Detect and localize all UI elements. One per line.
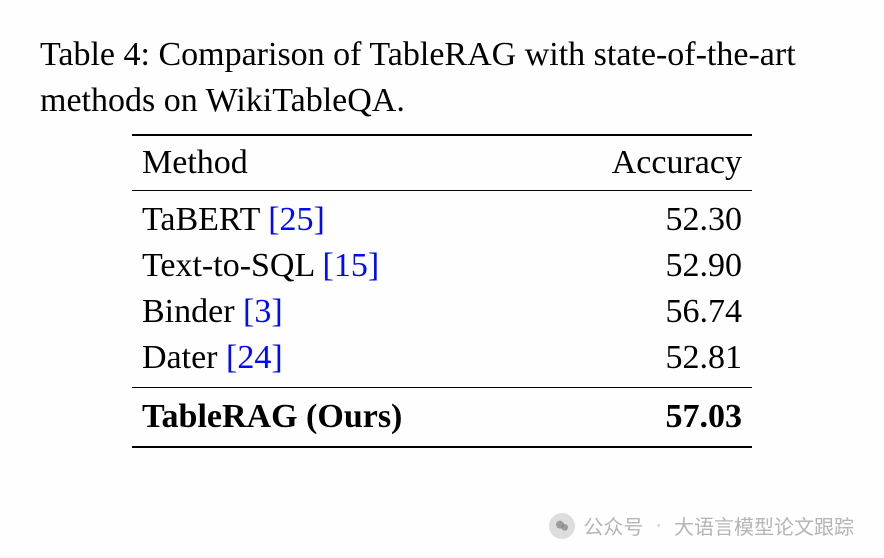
- citation-link[interactable]: [3]: [243, 293, 283, 330]
- citation-link[interactable]: [24]: [226, 339, 283, 376]
- method-name: Binder: [142, 293, 235, 330]
- method-name: Dater: [142, 339, 218, 376]
- method-cell: Dater [24]: [132, 335, 536, 388]
- accuracy-cell: 56.74: [536, 289, 752, 335]
- method-cell: Binder [3]: [132, 289, 536, 335]
- accuracy-cell: 52.30: [536, 190, 752, 243]
- separator-dot: ·: [655, 514, 662, 537]
- wechat-icon: [549, 513, 575, 539]
- table-header-row: Method Accuracy: [132, 135, 752, 191]
- method-cell: Text-to-SQL [15]: [132, 243, 536, 289]
- table-row: Dater [24] 52.81: [132, 335, 752, 388]
- watermark: 公众号 · 大语言模型论文跟踪: [549, 511, 854, 540]
- table-row-final: TableRAG (Ours) 57.03: [132, 387, 752, 447]
- table-row: Text-to-SQL [15] 52.90: [132, 243, 752, 289]
- table-row: Binder [3] 56.74: [132, 289, 752, 335]
- method-name: Text-to-SQL: [142, 247, 314, 284]
- accuracy-cell: 52.90: [536, 243, 752, 289]
- col-method: Method: [132, 135, 536, 191]
- watermark-name: 大语言模型论文跟踪: [674, 511, 854, 540]
- citation-link[interactable]: [15]: [323, 247, 380, 284]
- table-caption: Table 4: Comparison of TableRAG with sta…: [40, 32, 844, 124]
- table-container: Method Accuracy TaBERT [25] 52.30 Text-t…: [40, 134, 844, 448]
- method-cell: TaBERT [25]: [132, 190, 536, 243]
- table-row: TaBERT [25] 52.30: [132, 190, 752, 243]
- watermark-source: 公众号: [583, 511, 643, 540]
- col-accuracy: Accuracy: [536, 135, 752, 191]
- accuracy-cell: 57.03: [536, 387, 752, 447]
- method-cell: TableRAG (Ours): [132, 387, 536, 447]
- citation-link[interactable]: [25]: [268, 201, 325, 238]
- results-table: Method Accuracy TaBERT [25] 52.30 Text-t…: [132, 134, 752, 448]
- accuracy-cell: 52.81: [536, 335, 752, 388]
- method-name: TaBERT: [142, 201, 260, 238]
